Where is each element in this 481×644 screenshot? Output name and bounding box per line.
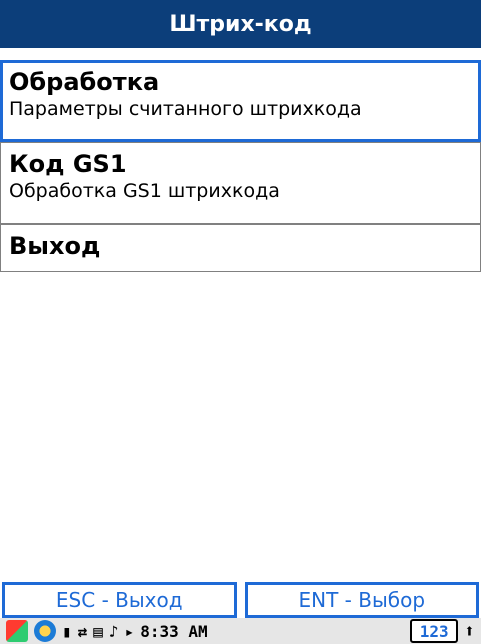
menu-item-title: Код GS1 (9, 150, 127, 178)
menu-item-title: Выход (9, 232, 101, 260)
menu-item-gs1-code[interactable]: Код GS1 Обработка GS1 штрихкода (0, 142, 481, 224)
softkey-esc[interactable]: ESC - Выход (2, 582, 237, 618)
volume-icon: ♪ (108, 621, 119, 641)
sync-icon: ⇄ (77, 621, 88, 641)
up-arrow-icon[interactable]: ⬆ (464, 621, 475, 642)
menu-item-subtitle: Параметры считанного штрихкода (9, 98, 362, 120)
input-mode-button[interactable]: 123 (410, 619, 459, 643)
window-title-bar: Штрих-код (0, 0, 481, 48)
menu-item-exit[interactable]: Выход (0, 224, 481, 272)
window-title: Штрих-код (169, 11, 312, 37)
menu-item-subtitle: Обработка GS1 штрихкода (9, 180, 280, 202)
clock: 8:33 AM (140, 621, 208, 641)
taskbar: ▮ ⇄ ▤ ♪ ▸ 8:33 AM 123 ⬆ (0, 618, 481, 644)
softkey-ent[interactable]: ENT - Выбор (244, 582, 479, 618)
network-icon[interactable] (34, 620, 56, 642)
battery-icon: ▤ (93, 621, 103, 641)
menu-item-title: Обработка (9, 68, 160, 96)
start-icon[interactable] (6, 620, 28, 642)
status-icons: ▮ ⇄ ▤ ♪ ▸ (62, 622, 134, 641)
signal-icon: ▮ (62, 621, 72, 641)
expand-icon: ▸ (124, 621, 135, 641)
menu-item-processing[interactable]: Обработка Параметры считанного штрихкода (0, 60, 481, 142)
softkey-bar: ESC - Выход ENT - Выбор (0, 582, 481, 618)
